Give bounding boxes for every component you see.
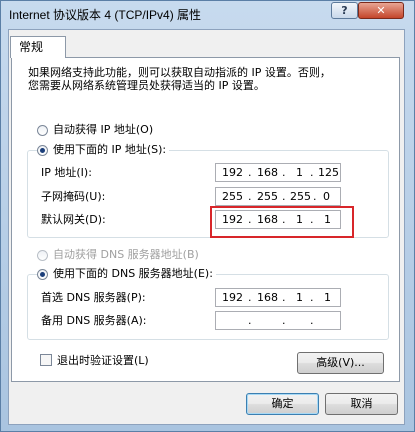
subnet-mask-field[interactable]: 255 . 255 . 255 . 0 xyxy=(215,187,341,206)
description-line-2: 您需要从网络系统管理员处获得适当的 IP 设置。 xyxy=(28,79,265,92)
alternate-dns-label: 备用 DNS 服务器(A): xyxy=(41,314,147,327)
octet: 168 xyxy=(257,291,278,304)
radio-auto-dns[interactable]: 自动获得 DNS 服务器地址(B) xyxy=(37,248,199,262)
title-bar[interactable]: Internet 协议版本 4 (TCP/IPv4) 属性 ? ✕ xyxy=(1,1,414,27)
octet: 0 xyxy=(323,190,330,203)
octet: 1 xyxy=(296,213,303,226)
radio-manual-dns-label: 使用下面的 DNS 服务器地址(E): xyxy=(53,267,213,280)
preferred-dns-field[interactable]: 192 . 168 . 1 . 1 xyxy=(215,288,341,307)
preferred-dns-label: 首选 DNS 服务器(P): xyxy=(41,291,146,304)
help-button[interactable]: ? xyxy=(331,2,358,19)
tab-general[interactable]: 常规 xyxy=(10,36,66,58)
radio-manual-dns[interactable]: 使用下面的 DNS 服务器地址(E): xyxy=(37,267,216,281)
window-title: Internet 协议版本 4 (TCP/IPv4) 属性 xyxy=(9,8,202,22)
octet: 1 xyxy=(296,166,303,179)
octet: 168 xyxy=(257,213,278,226)
advanced-button[interactable]: 高级(V)... xyxy=(297,352,384,374)
description-line-1: 如果网络支持此功能，则可以获取自动指派的 IP 设置。否则， xyxy=(28,66,331,79)
octet: 1 xyxy=(324,213,331,226)
octet: 1 xyxy=(296,291,303,304)
octet: 125 xyxy=(318,166,339,179)
radio-auto-dns-label: 自动获得 DNS 服务器地址(B) xyxy=(53,248,199,261)
radio-auto-ip[interactable]: 自动获得 IP 地址(O) xyxy=(37,123,153,137)
radio-manual-ip[interactable]: 使用下面的 IP 地址(S): xyxy=(37,143,170,157)
alternate-dns-field[interactable]: . . . xyxy=(215,311,341,330)
validate-on-exit-checkbox[interactable]: 退出时验证设置(L) xyxy=(40,352,149,368)
default-gateway-label: 默认网关(D): xyxy=(41,213,106,226)
radio-auto-ip-indicator[interactable] xyxy=(37,124,48,136)
ok-button[interactable]: 确定 xyxy=(246,393,319,415)
dns-settings-group xyxy=(27,274,389,340)
octet: 192 xyxy=(222,166,243,179)
radio-auto-dns-indicator[interactable] xyxy=(37,249,48,261)
octet: 255 xyxy=(222,190,243,203)
radio-manual-dns-indicator[interactable] xyxy=(37,268,48,280)
ip-address-field[interactable]: 192 . 168 . 1 . 125 xyxy=(215,163,341,182)
validate-on-exit-box[interactable] xyxy=(40,354,52,366)
octet: 1 xyxy=(324,291,331,304)
octet: 192 xyxy=(222,213,243,226)
ip-address-label: IP 地址(I): xyxy=(41,166,92,179)
radio-auto-ip-label: 自动获得 IP 地址(O) xyxy=(53,123,154,136)
octet: 255 xyxy=(290,190,311,203)
help-icon: ? xyxy=(341,4,348,17)
radio-manual-ip-label: 使用下面的 IP 地址(S): xyxy=(53,143,167,156)
subnet-mask-label: 子网掩码(U): xyxy=(41,190,106,203)
close-button[interactable]: ✕ xyxy=(358,2,404,19)
radio-manual-ip-indicator[interactable] xyxy=(37,144,48,156)
close-icon: ✕ xyxy=(376,4,386,17)
validate-on-exit-label: 退出时验证设置(L) xyxy=(57,354,149,367)
description-text: 如果网络支持此功能，则可以获取自动指派的 IP 设置。否则， 您需要从网络系统管… xyxy=(28,66,388,92)
default-gateway-field[interactable]: 192 . 168 . 1 . 1 xyxy=(215,210,341,229)
octet: 168 xyxy=(257,166,278,179)
octet: 255 xyxy=(257,190,278,203)
cancel-button[interactable]: 取消 xyxy=(325,393,398,415)
octet: 192 xyxy=(222,291,243,304)
